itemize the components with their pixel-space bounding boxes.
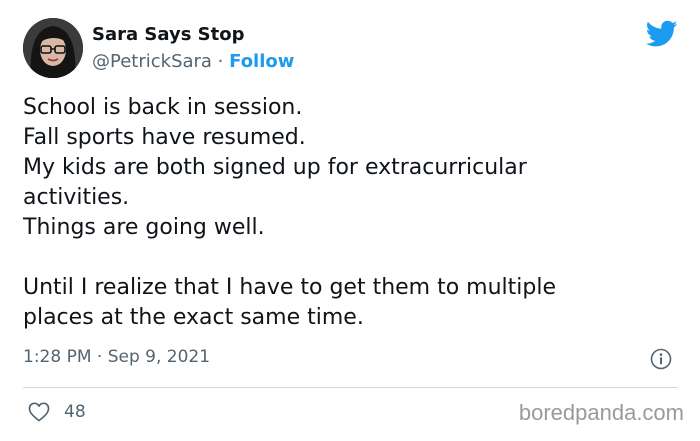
tweet-line: School is back in session. <box>23 95 303 120</box>
tweet-time: 1:28 PM <box>23 347 92 367</box>
divider <box>23 387 678 388</box>
meta-separator: · <box>91 347 108 367</box>
tweet-line: places at the exact same time. <box>23 305 364 330</box>
author-handle-row: @PetrickSara · Follow <box>92 51 294 72</box>
tweet-line: Until I realize that I have to get them … <box>23 275 557 300</box>
watermark: boredpanda.com <box>518 400 684 425</box>
heart-icon[interactable] <box>28 402 50 422</box>
tweet-text: School is back in session. Fall sports h… <box>23 93 683 333</box>
tweet-card: Sara Says Stop @PetrickSara · Follow Sch… <box>0 0 700 441</box>
tweet-line: Things are going well. <box>23 215 265 240</box>
author-handle[interactable]: @PetrickSara <box>92 51 212 72</box>
avatar[interactable] <box>23 18 83 78</box>
handle-separator: · <box>211 51 230 72</box>
follow-button[interactable]: Follow <box>229 51 294 72</box>
tweet-line: My kids are both signed up for extracurr… <box>23 155 527 180</box>
tweet-line <box>23 243 683 273</box>
info-icon[interactable] <box>650 348 672 370</box>
avatar-image <box>23 18 83 78</box>
like-count: 48 <box>64 402 86 422</box>
display-name[interactable]: Sara Says Stop <box>92 24 245 45</box>
tweet-line: activities. <box>23 185 130 210</box>
tweet-line: Fall sports have resumed. <box>23 125 306 150</box>
twitter-bird-icon[interactable] <box>646 20 678 48</box>
tweet-date: Sep 9, 2021 <box>107 347 211 367</box>
tweet-timestamp[interactable]: 1:28 PM · Sep 9, 2021 <box>23 347 210 367</box>
